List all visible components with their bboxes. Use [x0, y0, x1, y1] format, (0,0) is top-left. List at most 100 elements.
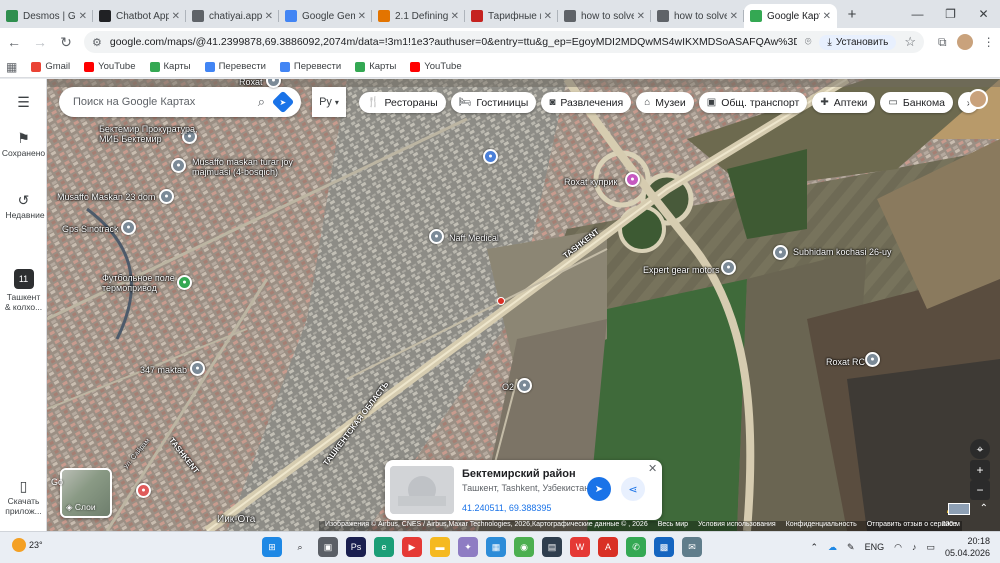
directions-button[interactable]: ➤ [587, 477, 611, 501]
address-bar[interactable]: ⚙ google.com/maps/@41.2399878,69.3886092… [84, 31, 924, 53]
apps-grid-icon[interactable]: ▦ [6, 60, 17, 74]
wifi-icon[interactable]: ◠ [894, 542, 902, 553]
chevron-up-icon[interactable]: ⌃ [810, 542, 818, 553]
bookmark-item[interactable]: YouTube [84, 61, 136, 72]
reload-button[interactable]: ↻ [54, 34, 78, 51]
search-taskbar-icon[interactable]: ⌕ [290, 537, 310, 557]
zoom-out-button[interactable]: − [970, 480, 990, 500]
scale-bar[interactable]: 200 м [942, 521, 960, 528]
place-info-card[interactable]: Бектемирский район Ташкент, Tashkent, Уз… [385, 460, 662, 520]
close-tab-icon[interactable]: ✕ [823, 11, 831, 22]
place-label[interactable]: Musaffo Maskan 23 dom [57, 192, 155, 202]
selected-location-pin-icon[interactable] [497, 297, 505, 305]
landmark-pin-icon[interactable]: ● [483, 149, 498, 164]
extensions-icon[interactable]: ⧉ [938, 35, 947, 50]
browser-tab[interactable]: Desmos | Graphing✕ [0, 4, 93, 28]
chrome-icon[interactable]: ◉ [514, 537, 534, 557]
browser-tab[interactable]: 2.1 Defining ✕ [372, 4, 465, 28]
back-button[interactable]: ← [2, 34, 26, 50]
clock[interactable]: 20:18 05.04.2026 [945, 535, 990, 559]
app-icon[interactable]: ▤ [542, 537, 562, 557]
search-input[interactable] [73, 96, 252, 108]
weather-widget[interactable]: 23° [12, 538, 43, 552]
calculator-icon[interactable]: ▩ [654, 537, 674, 557]
browser-tab[interactable]: how to solve ✕ [651, 4, 744, 28]
wps-office-icon[interactable]: W [570, 537, 590, 557]
place-pin-icon[interactable]: ● [865, 352, 880, 367]
bookmark-item[interactable]: Карты [149, 61, 191, 72]
my-location-button[interactable]: ⌖ [970, 439, 990, 459]
search-icon[interactable]: ⌕ [258, 94, 265, 110]
place-pin-icon[interactable]: ● [159, 189, 174, 204]
category-chip[interactable]: ✚ Аптеки [812, 92, 876, 113]
map-canvas[interactable]: ⌕ ➤ Ру▾ 🍴 Рестораны 🛏 Гостиницы ◙ Развлечения… [47, 79, 1000, 531]
layers-button[interactable]: ◈ Слои [60, 468, 112, 518]
browser-tab[interactable]: Google Карты✕ [744, 4, 837, 28]
close-tab-icon[interactable]: ✕ [730, 11, 738, 22]
close-tab-icon[interactable]: ✕ [544, 11, 552, 22]
close-tab-icon[interactable]: ✕ [358, 11, 366, 22]
edge-icon[interactable]: e [374, 537, 394, 557]
messenger-icon[interactable]: ✉ [682, 537, 702, 557]
terms-link[interactable]: Условия использования [698, 521, 776, 531]
language-select[interactable]: Ру ▾ [312, 87, 346, 117]
profile-avatar[interactable] [956, 34, 973, 50]
close-tab-icon[interactable]: ✕ [79, 11, 87, 22]
category-chip[interactable]: 🛏 Гостиницы [450, 92, 537, 113]
place-pin-icon[interactable]: ● [721, 260, 736, 275]
menu-button[interactable]: ☰ [0, 95, 47, 112]
close-tab-icon[interactable]: ✕ [172, 11, 180, 22]
start-windows-icon[interactable]: ⊞ [262, 537, 282, 557]
place-label[interactable]: Naff Medical [449, 233, 499, 243]
new-tab-button[interactable]: + [841, 6, 863, 23]
site-info-icon[interactable]: ⚙ [92, 36, 102, 49]
bookmark-item[interactable]: Gmail [31, 61, 70, 72]
forward-button[interactable]: → [28, 34, 52, 50]
bookmark-item[interactable]: Перевести [204, 61, 266, 72]
privacy-link[interactable]: Конфиденциальность [786, 521, 857, 531]
close-window-button[interactable]: ✕ [967, 7, 1000, 21]
place-label[interactable]: Roxat [239, 79, 263, 87]
volume-icon[interactable]: ♪ [912, 542, 917, 552]
category-chip[interactable]: ▣ Общ. транспорт [698, 92, 808, 113]
category-chip[interactable]: ⌂ Музеи [636, 92, 694, 113]
place-label[interactable]: Бектемир Прокуратура, МИБ Бектемир [99, 124, 209, 144]
place-pin-icon[interactable]: ● [625, 172, 640, 187]
browser-tab[interactable]: Google Gemini✕ [279, 4, 372, 28]
share-button[interactable]: ⋖ [621, 477, 645, 501]
bookmark-item[interactable]: Перевести [279, 61, 341, 72]
google-apps-icon[interactable]: ⋮⋮ [928, 93, 954, 109]
place-label[interactable]: Subhidam kochasi 26-uy [793, 247, 892, 257]
minimize-button[interactable]: — [901, 7, 934, 21]
map-search-box[interactable]: ⌕ ➤ [59, 87, 301, 117]
browser-menu-icon[interactable]: ⋮ [983, 35, 995, 49]
zoom-in-button[interactable]: + [970, 460, 990, 480]
place-label[interactable]: Футбольное поле термопривод [102, 273, 180, 293]
place-label[interactable]: Roxat куприк [564, 177, 617, 187]
place-label[interactable]: Musaffo maskan turar joy majmuasi (4-bos… [192, 157, 312, 177]
place-pin-icon[interactable]: ● [773, 245, 788, 260]
browser-tab[interactable]: Chatbot App ✕ [93, 4, 186, 28]
place-label[interactable]: Expert gear motors [643, 265, 720, 275]
download-app-button[interactable]: ▯ Скачать прилож... [0, 479, 47, 516]
account-avatar[interactable] [968, 89, 988, 109]
close-tab-icon[interactable]: ✕ [265, 11, 273, 22]
store-icon[interactable]: ▦ [486, 537, 506, 557]
battery-icon[interactable]: ▭ [926, 542, 935, 553]
browser-tab[interactable]: Тарифные п ✕ [465, 4, 558, 28]
bookmark-item[interactable]: YouTube [410, 61, 462, 72]
maximize-button[interactable]: ❐ [934, 7, 967, 21]
pen-icon[interactable]: ✎ [847, 542, 855, 553]
place-pin-icon[interactable]: ● [171, 158, 186, 173]
saved-button[interactable]: ⚑ Сохранено [0, 131, 47, 158]
place-label[interactable]: Roxat RC [826, 357, 865, 367]
recent-button[interactable]: ↺ Недавние [0, 193, 47, 220]
close-card-button[interactable]: ✕ [648, 462, 657, 475]
browser-tab[interactable]: chatiyai.app ✕ [186, 4, 279, 28]
language-indicator[interactable]: ENG [865, 542, 885, 552]
close-tab-icon[interactable]: ✕ [637, 11, 645, 22]
url-text[interactable]: google.com/maps/@41.2399878,69.3886092,2… [110, 36, 797, 48]
file-explorer-icon[interactable]: ▬ [430, 537, 450, 557]
recent-place-button[interactable]: 11 Ташкент & колхо... [0, 269, 47, 312]
copilot-icon[interactable]: ✦ [458, 537, 478, 557]
